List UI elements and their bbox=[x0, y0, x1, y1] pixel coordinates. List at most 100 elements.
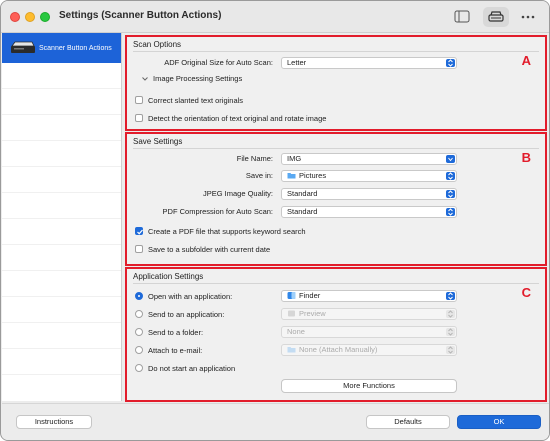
open-with-application-radio[interactable] bbox=[135, 292, 143, 300]
sidebar-empty-row bbox=[2, 323, 121, 349]
sidebar-empty-row bbox=[2, 297, 121, 323]
open-with-application-value: Finder bbox=[299, 291, 321, 300]
send-to-application-popup[interactable]: Preview bbox=[281, 308, 457, 320]
preview-icon bbox=[288, 310, 295, 317]
correct-slanted-checkbox[interactable] bbox=[135, 96, 143, 104]
send-to-application-label: Send to an application: bbox=[148, 310, 225, 319]
popup-chevron-icon bbox=[446, 328, 455, 336]
divider bbox=[133, 148, 539, 149]
popup-chevron-icon bbox=[446, 310, 455, 318]
adf-size-popup[interactable]: Letter bbox=[281, 57, 457, 69]
close-window-button[interactable] bbox=[10, 12, 20, 22]
popup-chevron-icon bbox=[446, 208, 455, 216]
scanner-icon bbox=[488, 11, 504, 22]
toggle-sidebar-button[interactable] bbox=[449, 7, 475, 27]
sidebar-item-label: Scanner Button Actions bbox=[39, 45, 112, 52]
detect-orientation-checkbox[interactable] bbox=[135, 114, 143, 122]
detect-orientation-label: Detect the orientation of text original … bbox=[148, 114, 327, 123]
subfolder-date-checkbox[interactable] bbox=[135, 245, 143, 253]
footer-bar: Instructions Defaults OK bbox=[2, 403, 549, 440]
popup-chevron-icon bbox=[446, 190, 455, 198]
title-bar: Settings (Scanner Button Actions) bbox=[1, 1, 549, 33]
popup-chevron-icon bbox=[446, 292, 455, 300]
more-options-button[interactable] bbox=[515, 7, 541, 27]
sidebar-empty-row bbox=[2, 271, 121, 297]
send-to-folder-radio[interactable] bbox=[135, 328, 143, 336]
disclosure-chevron-icon[interactable] bbox=[141, 75, 149, 83]
popup-chevron-icon bbox=[446, 59, 455, 67]
folder-icon bbox=[287, 347, 296, 353]
file-name-combo[interactable]: IMG bbox=[281, 153, 457, 165]
pdf-compression-label: PDF Compression for Auto Scan: bbox=[162, 207, 273, 216]
sidebar-empty-row bbox=[2, 193, 121, 219]
jpeg-quality-label: JPEG Image Quality: bbox=[202, 189, 273, 198]
sidebar-empty-row bbox=[2, 219, 121, 245]
section-letter-c: C bbox=[521, 285, 531, 300]
send-to-folder-label: Send to a folder: bbox=[148, 328, 204, 337]
file-name-value: IMG bbox=[287, 154, 302, 163]
minimize-window-button[interactable] bbox=[25, 12, 35, 22]
sidebar-empty-row bbox=[2, 63, 121, 89]
open-with-application-label: Open with an application: bbox=[148, 292, 233, 301]
sidebar-item-scanner-button-actions[interactable]: Scanner Button Actions bbox=[2, 33, 121, 63]
do-not-start-application-radio[interactable] bbox=[135, 364, 143, 372]
scanner-view-button[interactable] bbox=[483, 7, 509, 27]
adf-size-value: Letter bbox=[287, 58, 307, 67]
popup-chevron-icon bbox=[446, 155, 455, 163]
ok-button[interactable]: OK bbox=[457, 415, 541, 429]
sidebar-empty-row bbox=[2, 167, 121, 193]
subfolder-date-label: Save to a subfolder with current date bbox=[148, 245, 271, 254]
attach-to-email-value: None (Attach Manually) bbox=[299, 345, 378, 354]
application-settings-header: Application Settings bbox=[133, 272, 204, 281]
checkmark-icon bbox=[137, 229, 143, 235]
sidebar-empty-row bbox=[2, 349, 121, 375]
divider bbox=[133, 283, 539, 284]
sidebar-empty-row bbox=[2, 141, 121, 167]
pdf-keyword-search-checkbox[interactable] bbox=[135, 227, 143, 235]
save-in-label: Save in: bbox=[245, 171, 273, 180]
sidebar-empty-row bbox=[2, 115, 121, 141]
ellipsis-icon bbox=[521, 15, 535, 19]
application-settings-section: Application Settings C Open with an appl… bbox=[125, 267, 547, 402]
attach-to-email-label: Attach to e-mail: bbox=[148, 346, 203, 355]
pdf-compression-popup[interactable]: Standard bbox=[281, 206, 457, 218]
defaults-button[interactable]: Defaults bbox=[366, 415, 450, 429]
popup-chevron-icon bbox=[446, 172, 455, 180]
save-settings-section: Save Settings B File Name: IMG Save in: … bbox=[125, 132, 547, 266]
sidebar-empty-row bbox=[2, 245, 121, 271]
file-name-label: File Name: bbox=[236, 154, 273, 163]
save-in-value: Pictures bbox=[299, 171, 327, 180]
jpeg-quality-popup[interactable]: Standard bbox=[281, 188, 457, 200]
image-processing-settings-toggle[interactable]: Image Processing Settings bbox=[153, 74, 242, 83]
instructions-button[interactable]: Instructions bbox=[16, 415, 92, 429]
save-settings-header: Save Settings bbox=[133, 137, 183, 146]
correct-slanted-label: Correct slanted text originals bbox=[148, 96, 244, 105]
open-with-application-popup[interactable]: Finder bbox=[281, 290, 457, 302]
more-functions-button[interactable]: More Functions bbox=[281, 379, 457, 393]
pdf-compression-value: Standard bbox=[287, 207, 318, 216]
folder-icon bbox=[287, 173, 296, 179]
settings-window: Settings (Scanner Button Actions) Scanne… bbox=[0, 0, 550, 441]
do-not-start-application-label: Do not start an application bbox=[148, 364, 236, 373]
send-to-application-value: Preview bbox=[299, 309, 326, 318]
settings-content: Scan Options A ADF Original Size for Aut… bbox=[125, 35, 547, 402]
section-letter-b: B bbox=[521, 150, 531, 165]
sidebar-empty-row bbox=[2, 89, 121, 115]
finder-icon bbox=[287, 292, 296, 299]
send-to-folder-value: None bbox=[287, 327, 305, 336]
divider bbox=[133, 51, 539, 52]
sidebar-icon bbox=[454, 10, 470, 23]
pdf-keyword-search-label: Create a PDF file that supports keyword … bbox=[148, 227, 306, 236]
scan-options-section: Scan Options A ADF Original Size for Aut… bbox=[125, 35, 547, 131]
popup-chevron-icon bbox=[446, 346, 455, 354]
jpeg-quality-value: Standard bbox=[287, 189, 318, 198]
sidebar: Scanner Button Actions bbox=[2, 33, 122, 401]
attach-to-email-radio[interactable] bbox=[135, 346, 143, 354]
window-title: Settings (Scanner Button Actions) bbox=[59, 10, 222, 21]
attach-to-email-popup[interactable]: None (Attach Manually) bbox=[281, 344, 457, 356]
send-to-folder-popup[interactable]: None bbox=[281, 326, 457, 338]
scan-options-header: Scan Options bbox=[133, 40, 182, 49]
save-in-popup[interactable]: Pictures bbox=[281, 170, 457, 182]
zoom-window-button[interactable] bbox=[40, 12, 50, 22]
send-to-application-radio[interactable] bbox=[135, 310, 143, 318]
